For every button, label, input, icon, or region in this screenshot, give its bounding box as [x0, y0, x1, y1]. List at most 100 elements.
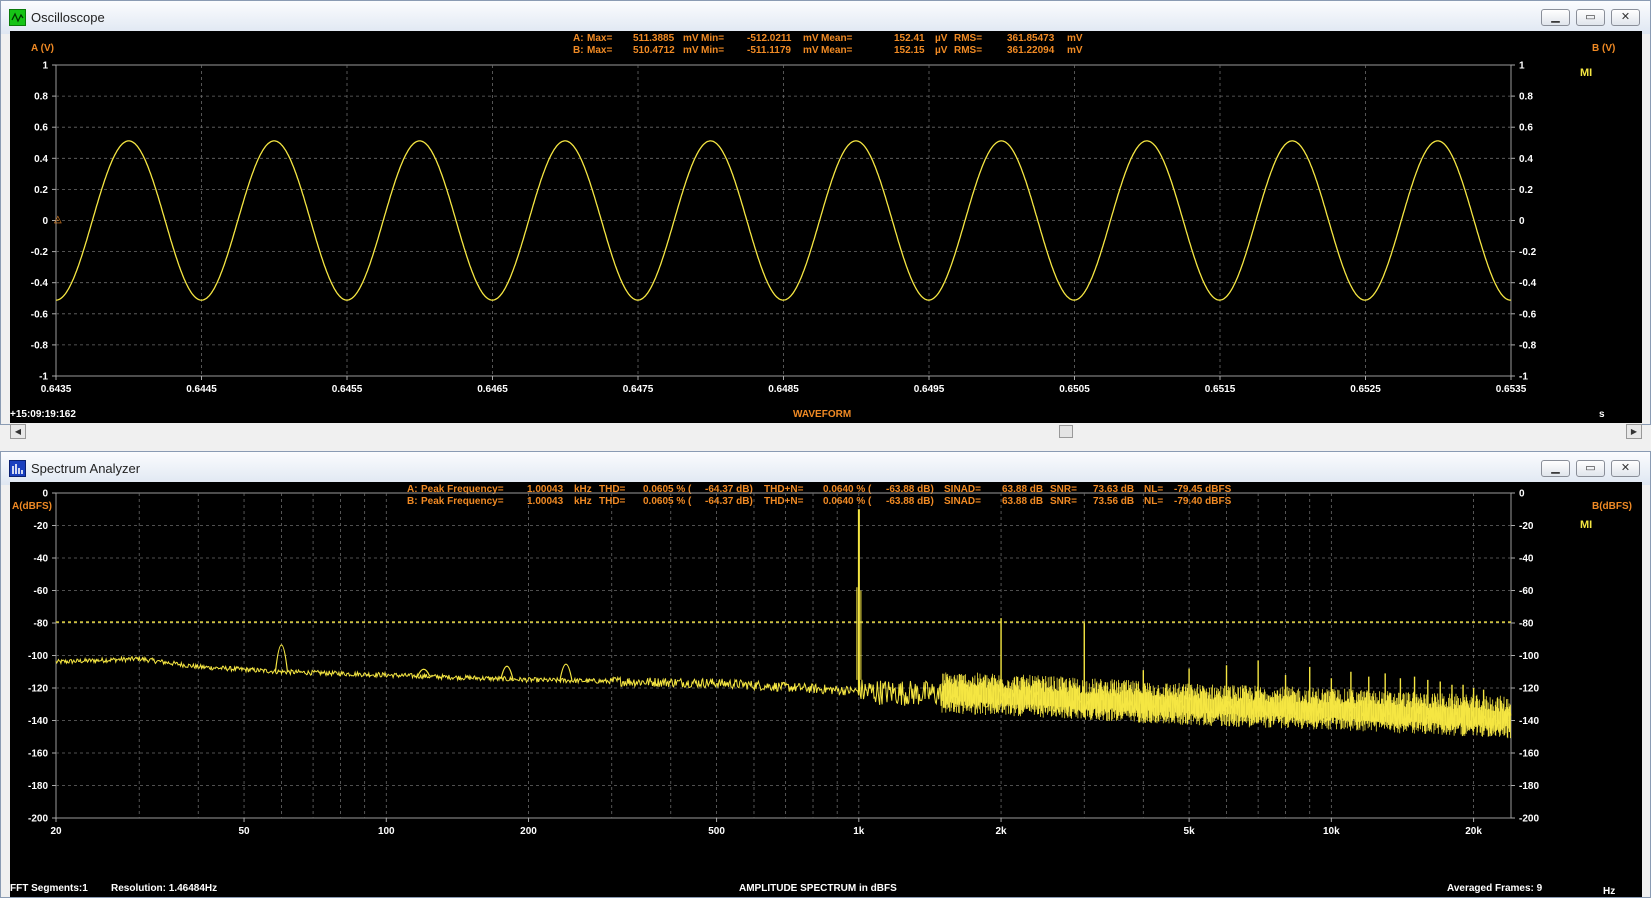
y-tick-label-left: -140 [28, 716, 48, 727]
y-tick-label-right: -0.8 [1519, 340, 1537, 351]
x-tick-label: 0.6435 [41, 384, 72, 395]
oscilloscope-titlebar[interactable]: Oscilloscope ▁ ▭ ✕ [1, 1, 1650, 34]
y-tick-label-right: 0 [1519, 489, 1525, 500]
x-tick-label: 0.6445 [186, 384, 217, 395]
x-tick-label: 0.6525 [1350, 384, 1381, 395]
close-button[interactable]: ✕ [1611, 9, 1640, 26]
y-tick-label-left: -120 [28, 684, 48, 695]
chevron-left-icon: ◀ [14, 427, 22, 436]
resolution: Resolution: 1.46484Hz [111, 883, 218, 894]
oscilloscope-icon [9, 9, 26, 26]
time-scrollbar[interactable]: ◀ ▶ [10, 423, 1642, 441]
scroll-thumb[interactable] [1059, 425, 1073, 438]
y-tick-label-left: -100 [28, 651, 48, 662]
y-tick-label-left: 0 [42, 216, 48, 227]
trigger-marker: ◬ [54, 214, 62, 225]
spectrum-title: Spectrum Analyzer [31, 461, 141, 476]
y-tick-label-left: 0 [42, 489, 48, 500]
scroll-right-button[interactable]: ▶ [1626, 424, 1642, 439]
waveform-caption: WAVEFORM [793, 409, 852, 420]
x-tick-label: 0.6455 [332, 384, 363, 395]
y-tick-label-left: -0.4 [31, 278, 49, 289]
y-tick-label-right: -180 [1519, 781, 1539, 792]
y-tick-label-right: -100 [1519, 651, 1539, 662]
x-tick-label: 0.6495 [914, 384, 945, 395]
x-tick-label: 5k [1184, 826, 1196, 837]
restore-icon: ▭ [1585, 11, 1596, 23]
x-tick-label: 2k [995, 826, 1007, 837]
y-tick-label-left: -1 [39, 372, 48, 383]
y-tick-label-right: -160 [1519, 749, 1539, 760]
close-icon: ✕ [1620, 462, 1631, 474]
spectrum-analyzer-window: Spectrum Analyzer ▁ ▭ ✕ A: Peak Frequenc… [0, 451, 1651, 898]
y-tick-label-right: -0.2 [1519, 247, 1537, 258]
spectrum-plot-area[interactable]: A: Peak Frequency= 1.00043 kHz THD= 0.06… [10, 482, 1642, 897]
x-tick-label: 20 [50, 826, 62, 837]
y-tick-label-left: -40 [34, 554, 49, 565]
y-tick-label-left: 0.2 [34, 185, 48, 196]
hum-spur [417, 668, 431, 677]
spectrum-minimize-button[interactable]: ▁ [1541, 460, 1570, 477]
scroll-left-button[interactable]: ◀ [10, 424, 26, 439]
spectrum-analyzer-icon [9, 460, 26, 477]
y-tick-label-right: 0 [1519, 216, 1525, 227]
close-icon: ✕ [1620, 11, 1631, 23]
x-tick-label: 20k [1465, 826, 1482, 837]
x-tick-label: 0.6505 [1059, 384, 1090, 395]
oscilloscope-title: Oscilloscope [31, 10, 105, 25]
y-tick-label-right: -20 [1519, 521, 1534, 532]
restore-button[interactable]: ▭ [1576, 9, 1605, 26]
averaged-frames: Averaged Frames: 9 [1447, 883, 1543, 894]
y-tick-label-left: 0.4 [34, 154, 48, 165]
y-tick-label-left: -80 [34, 619, 49, 630]
y-tick-label-right: -40 [1519, 554, 1534, 565]
y-tick-label-right: -0.4 [1519, 278, 1537, 289]
y-tick-label-right: 1 [1519, 61, 1525, 72]
y-tick-label-left: -20 [34, 521, 49, 532]
spec-badge: MI [1580, 519, 1593, 531]
y-tick-label-right: -80 [1519, 619, 1534, 630]
osc-badge: MI [1580, 67, 1593, 79]
y-tick-label-right: -1 [1519, 372, 1528, 383]
spectrum-chart: 0 0 -20 -20 -40 -40 -60 -60 -80 -80 -100 -100 -120 -1… [28, 489, 1539, 838]
x-tick-label: 500 [708, 826, 725, 837]
y-tick-label-left: -0.2 [31, 247, 49, 258]
x-tick-label: 200 [520, 826, 537, 837]
y-tick-label-left: -60 [34, 586, 49, 597]
spectrum-close-button[interactable]: ✕ [1611, 460, 1640, 477]
y-tick-label-left: 0.8 [34, 92, 48, 103]
y-tick-label-right: 0.2 [1519, 185, 1533, 196]
minimize-icon: ▁ [1551, 462, 1560, 474]
chevron-right-icon: ▶ [1630, 427, 1638, 436]
y-tick-label-right: -200 [1519, 814, 1539, 825]
y-tick-label-left: -180 [28, 781, 48, 792]
y-tick-label-right: -60 [1519, 586, 1534, 597]
osc-x-unit: s [1599, 409, 1605, 420]
y-tick-label-right: 0.6 [1519, 123, 1533, 134]
spectrum-titlebar[interactable]: Spectrum Analyzer ▁ ▭ ✕ [1, 452, 1650, 485]
x-tick-label: 10k [1323, 826, 1340, 837]
x-tick-label: 0.6515 [1205, 384, 1236, 395]
minimize-icon: ▁ [1551, 11, 1560, 23]
waveform-chart: 1 1 0.8 0.8 0.6 0.6 0.4 0.4 0.2 0.2 0 0 -0.2 -0.2 -0.4… [31, 61, 1537, 396]
timestamp: +15:09:19:162 [10, 409, 76, 420]
x-tick-label: 0.6465 [477, 384, 508, 395]
y-tick-label-right: 0.4 [1519, 154, 1533, 165]
x-tick-label: 0.6475 [623, 384, 654, 395]
y-tick-label-right: -120 [1519, 684, 1539, 695]
y-tick-label-left: -200 [28, 814, 48, 825]
y-tick-label-left: -160 [28, 749, 48, 760]
oscilloscope-plot-area[interactable]: A: Max= 511.3885 mV Min= -512.0211 mV Me… [10, 31, 1642, 424]
hum-spur [500, 665, 514, 680]
x-tick-label: 1k [853, 826, 865, 837]
y-tick-label-left: 1 [42, 61, 48, 72]
spec-x-unit: Hz [1603, 886, 1616, 897]
x-tick-label: 0.6485 [768, 384, 799, 395]
restore-icon: ▭ [1585, 462, 1596, 474]
minimize-button[interactable]: ▁ [1541, 9, 1570, 26]
y-tick-label-left: 0.6 [34, 123, 48, 134]
y-tick-label-right: -140 [1519, 716, 1539, 727]
x-tick-label: 0.6535 [1496, 384, 1527, 395]
spectrum-caption: AMPLITUDE SPECTRUM in dBFS [739, 883, 897, 894]
spectrum-restore-button[interactable]: ▭ [1576, 460, 1605, 477]
